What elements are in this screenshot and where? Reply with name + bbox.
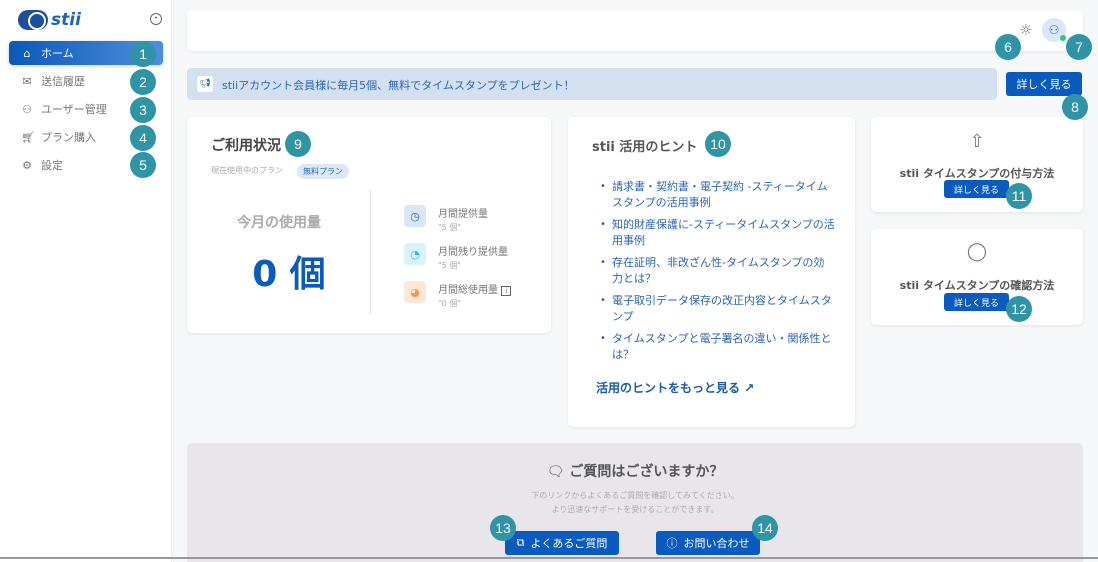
- annotation-badge: 9: [285, 131, 311, 157]
- cart-icon: 🛒︎: [21, 130, 35, 144]
- mail-icon: ✉: [22, 74, 32, 88]
- annotation-badge: 13: [490, 515, 516, 541]
- sidebar-toggle-icon[interactable]: •: [150, 13, 162, 25]
- rocket-icon: ⇧: [969, 131, 985, 152]
- logo[interactable]: stii: [18, 10, 81, 30]
- sidebar-item-label: プラン購入: [41, 131, 96, 144]
- faq-icon: ⧉: [516, 536, 525, 549]
- annotation-badge: 2: [130, 69, 156, 95]
- logo-mark-icon: [18, 10, 48, 30]
- promo-banner: 📢︎ stiiアカウント会員様に毎月5個、無料でタイムスタンプをプレゼント！: [187, 68, 997, 100]
- hint-link[interactable]: 電子取引データ保存の改正内容とタイムスタンプ: [600, 293, 835, 325]
- stat-value: "5 個": [438, 223, 461, 232]
- hint-link[interactable]: 請求書・契約書・電子契約 -スティータイムスタンプの活用事例: [600, 179, 835, 211]
- plan-badge: 無料プラン: [297, 164, 349, 179]
- users-icon: ⚇: [22, 102, 32, 116]
- hints-list: 請求書・契約書・電子契約 -スティータイムスタンプの活用事例 知的財産保護に-ス…: [600, 179, 835, 369]
- sidebar-item-label: 設定: [41, 159, 63, 172]
- info-icon[interactable]: i: [501, 286, 512, 296]
- promo-details-button[interactable]: 詳しく見る: [1006, 72, 1082, 96]
- faq-desc: 下のリンクからよくあるご質問を確認してみてください。: [531, 491, 739, 500]
- annotation-badge: 5: [130, 152, 156, 178]
- more-hints-link[interactable]: 活用のヒントをもっと見る ↗: [596, 379, 754, 396]
- bottom-border: [0, 557, 1098, 559]
- stat-value: "5 個": [438, 261, 461, 270]
- promo-text: stiiアカウント会員様に毎月5個、無料でタイムスタンプをプレゼント！: [222, 79, 575, 92]
- faq-button-label: よくあるご質問: [530, 537, 608, 550]
- sidebar-item-label: 送信履歴: [41, 75, 85, 88]
- hint-link[interactable]: 存在証明、非改ざん性-タイムスタンプの効力とは？: [600, 255, 835, 287]
- faq-section: 🗨︎ ご質問はございますか？ 下のリンクからよくあるご質問を確認してみてください…: [187, 443, 1083, 562]
- month-usage-label: 今月の使用量: [237, 215, 321, 231]
- stat-remaining: ◔ 月間残り提供量 "5 個": [404, 243, 508, 271]
- theme-toggle-icon[interactable]: ☼: [1019, 21, 1032, 39]
- hints-card: stii 活用のヒント 請求書・契約書・電子契約 -スティータイムスタンプの活用…: [568, 117, 855, 427]
- contact-button-label: お問い合わせ: [683, 537, 750, 550]
- annotation-badge: 11: [1006, 183, 1032, 209]
- divider: [370, 190, 371, 314]
- guide-apply-details-button[interactable]: 詳しく見る: [944, 180, 1009, 198]
- stat-label: 月間残り提供量: [438, 247, 508, 258]
- guide-card-verify: ◯ stii タイムスタンプの確認方法 詳しく見る: [871, 229, 1083, 325]
- guide-verify-details-button[interactable]: 詳しく見る: [944, 293, 1009, 311]
- more-hints-label: 活用のヒントをもっと見る: [596, 381, 741, 395]
- faq-button[interactable]: ⧉ よくあるご質問: [505, 531, 619, 555]
- online-status-dot: [1060, 35, 1066, 41]
- lightbulb-icon: ◯: [966, 241, 988, 262]
- stat-value: "0 個": [438, 299, 461, 308]
- hints-title: stii 活用のヒント: [592, 140, 698, 155]
- month-usage-value: 0 個: [252, 254, 326, 295]
- plan-label: 現在使用中のプラン: [211, 166, 283, 175]
- chat-icon: 🗨︎: [546, 464, 565, 480]
- header-bar: ☼ ⚇: [187, 10, 1083, 51]
- guide-card-apply: ⇧ stii タイムスタンプの付与方法 詳しく見る: [871, 117, 1083, 212]
- annotation-badge: 3: [130, 97, 156, 123]
- hint-link[interactable]: タイムスタンプと電子署名の違い・関係性とは？: [600, 331, 835, 363]
- gear-icon: ⚙: [22, 158, 32, 172]
- hint-link[interactable]: 知的財産保護に-スティータイムスタンプの活用事例: [600, 217, 835, 249]
- timer-icon: ◔: [404, 243, 426, 265]
- guide-title: stii タイムスタンプの確認方法: [899, 279, 1055, 292]
- stat-label: 月間提供量: [438, 209, 488, 220]
- usage-title: ご利用状況: [211, 138, 281, 154]
- sidebar-item-label: ユーザー管理: [41, 103, 107, 116]
- contact-button[interactable]: ⓘ お問い合わせ: [656, 531, 760, 555]
- external-link-icon: ↗: [744, 381, 755, 395]
- user-avatar[interactable]: ⚇: [1042, 18, 1066, 42]
- annotation-badge: 6: [995, 34, 1021, 60]
- stat-label: 月間総使用量: [438, 285, 498, 296]
- guide-title: stii タイムスタンプの付与方法: [899, 167, 1055, 180]
- megaphone-icon: 📢︎: [197, 76, 213, 92]
- stat-total-used: ◕ 月間総使用量 i "0 個": [404, 281, 512, 309]
- annotation-badge: 8: [1062, 94, 1088, 120]
- home-icon: ⌂: [23, 46, 31, 60]
- annotation-badge: 1: [130, 41, 156, 67]
- annotation-badge: 7: [1066, 34, 1092, 60]
- pie-icon: ◕: [404, 281, 426, 303]
- usage-card: ご利用状況 現在使用中のプラン 無料プラン 今月の使用量 0 個 ◷ 月間提供量 "…: [187, 117, 551, 333]
- logo-text: stii: [51, 10, 81, 30]
- sidebar-item-label: ホーム: [41, 47, 74, 60]
- faq-title: ご質問はございますか？: [569, 464, 724, 480]
- annotation-badge: 12: [1006, 296, 1032, 322]
- annotation-badge: 10: [705, 131, 731, 157]
- stat-monthly-supply: ◷ 月間提供量 "5 個": [404, 205, 488, 233]
- faq-desc: より迅速なサポートを受けることができます。: [551, 505, 719, 514]
- help-circle-icon: ⓘ: [666, 537, 678, 550]
- annotation-badge: 14: [752, 515, 778, 541]
- annotation-badge: 4: [130, 125, 156, 151]
- clock-icon: ◷: [404, 205, 426, 227]
